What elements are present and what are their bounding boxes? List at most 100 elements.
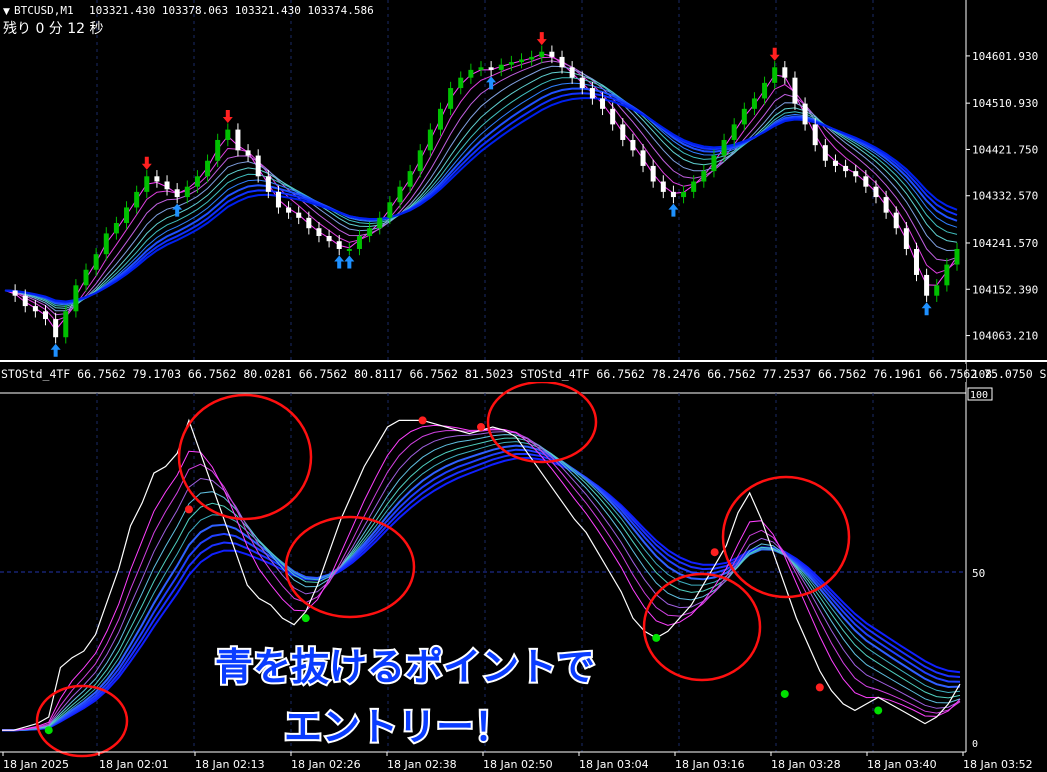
- bullish-candle: [508, 62, 514, 65]
- bar-countdown-timer: 残り 0 分 12 秒: [3, 21, 104, 37]
- price-tick-label: 104063.210: [972, 330, 1038, 343]
- bullish-candle: [772, 67, 778, 83]
- price-tick-label: 104241.570: [972, 237, 1038, 250]
- bullish-candle: [944, 264, 950, 286]
- indicator-scale-max: 108: [972, 368, 992, 381]
- bullish-candle: [103, 233, 109, 255]
- bearish-candle: [32, 306, 38, 312]
- bearish-candle: [22, 295, 28, 307]
- bearish-candle: [670, 191, 676, 198]
- time-tick-label: 18 Jan 03:40: [867, 758, 937, 771]
- bearish-candle: [893, 212, 899, 229]
- time-tick-label: 18 Jan 2025: [3, 758, 69, 771]
- bullish-candle: [387, 202, 393, 218]
- bearish-candle: [235, 129, 241, 151]
- price-tick-label: 104152.390: [972, 283, 1038, 296]
- price-tick-label: 104510.930: [972, 97, 1038, 110]
- bearish-candle: [863, 176, 869, 187]
- ohlc-values: 103321.430 103378.063 103321.430 103374.…: [89, 4, 374, 17]
- time-tick-label: 18 Jan 02:26: [291, 758, 361, 771]
- bullish-candle: [397, 186, 403, 203]
- price-tick-label: 104601.930: [972, 50, 1038, 63]
- time-tick-label: 18 Jan 02:01: [99, 758, 169, 771]
- bullish-candle: [529, 56, 535, 60]
- bearish-candle: [296, 212, 302, 218]
- time-tick-label: 18 Jan 02:38: [387, 758, 457, 771]
- bullish-candle: [356, 236, 362, 249]
- bullish-candle: [681, 191, 687, 198]
- sell-signal-dot: [184, 505, 193, 514]
- bearish-candle: [154, 176, 160, 182]
- sell-signal-dot: [815, 683, 824, 692]
- bullish-candle: [194, 176, 200, 187]
- symbol-dropdown-icon[interactable]: ▼: [3, 7, 10, 17]
- bullish-candle: [346, 248, 352, 251]
- bearish-candle: [265, 176, 271, 192]
- bullish-candle: [458, 77, 464, 89]
- bearish-candle: [913, 248, 919, 275]
- bearish-candle: [336, 241, 342, 249]
- bullish-candle: [113, 223, 119, 234]
- bullish-candle: [407, 171, 413, 187]
- bullish-candle: [63, 311, 69, 338]
- bullish-candle: [539, 51, 545, 57]
- bullish-candle: [468, 69, 474, 78]
- bearish-candle: [802, 103, 808, 125]
- bullish-candle: [519, 59, 525, 63]
- bullish-candle: [741, 108, 747, 125]
- caption-line-2: エントリー！: [284, 705, 512, 749]
- bearish-candle: [326, 236, 332, 242]
- bullish-candle: [184, 186, 190, 198]
- bearish-candle: [12, 290, 18, 296]
- price-tick-label: 104421.750: [972, 143, 1038, 156]
- bullish-candle: [134, 191, 140, 208]
- time-tick-label: 18 Jan 03:52: [963, 758, 1033, 771]
- bearish-candle: [903, 228, 909, 249]
- bullish-candle: [83, 269, 89, 286]
- bearish-candle: [549, 51, 555, 57]
- sell-signal-dot: [710, 548, 719, 557]
- bearish-candle: [650, 165, 656, 182]
- bearish-candle: [488, 67, 494, 70]
- bearish-candle: [832, 160, 838, 166]
- bearish-candle: [812, 124, 818, 146]
- bullish-candle: [751, 98, 757, 109]
- bearish-candle: [255, 155, 261, 177]
- bullish-candle: [377, 217, 383, 229]
- time-tick-label: 18 Jan 03:28: [771, 758, 841, 771]
- bullish-candle: [711, 155, 717, 172]
- bullish-candle: [144, 176, 150, 192]
- bearish-candle: [630, 139, 636, 151]
- bullish-candle: [701, 171, 707, 182]
- bullish-candle: [498, 64, 504, 70]
- buy-signal-dot: [44, 726, 53, 735]
- bearish-candle: [316, 228, 322, 237]
- bearish-candle: [822, 145, 828, 161]
- time-tick-label: 18 Jan 02:50: [483, 758, 553, 771]
- indicator-header: STOStd_4TF 66.7562 79.1703 66.7562 80.02…: [1, 367, 1047, 381]
- time-tick-label: 18 Jan 03:04: [579, 758, 649, 771]
- bullish-candle: [691, 181, 697, 192]
- bullish-candle: [731, 124, 737, 140]
- bearish-candle: [245, 150, 251, 156]
- sell-signal-dot: [477, 422, 485, 431]
- indicator-scale-100: 100: [970, 390, 988, 401]
- bearish-candle: [640, 150, 646, 166]
- bearish-candle: [620, 124, 626, 140]
- bearish-candle: [559, 56, 565, 68]
- bullish-candle: [954, 248, 960, 265]
- buy-signal-dot: [874, 706, 883, 715]
- bearish-candle: [610, 108, 616, 125]
- bearish-candle: [275, 191, 281, 208]
- bullish-candle: [73, 285, 79, 312]
- bullish-candle: [721, 139, 727, 156]
- bearish-candle: [43, 311, 49, 320]
- bearish-candle: [600, 98, 606, 109]
- bearish-candle: [286, 207, 292, 213]
- bearish-candle: [873, 186, 879, 198]
- bullish-candle: [367, 228, 373, 237]
- bullish-candle: [215, 139, 221, 161]
- buy-signal-dot: [780, 689, 789, 698]
- price-tick-label: 104332.570: [972, 190, 1038, 203]
- bullish-candle: [437, 108, 443, 130]
